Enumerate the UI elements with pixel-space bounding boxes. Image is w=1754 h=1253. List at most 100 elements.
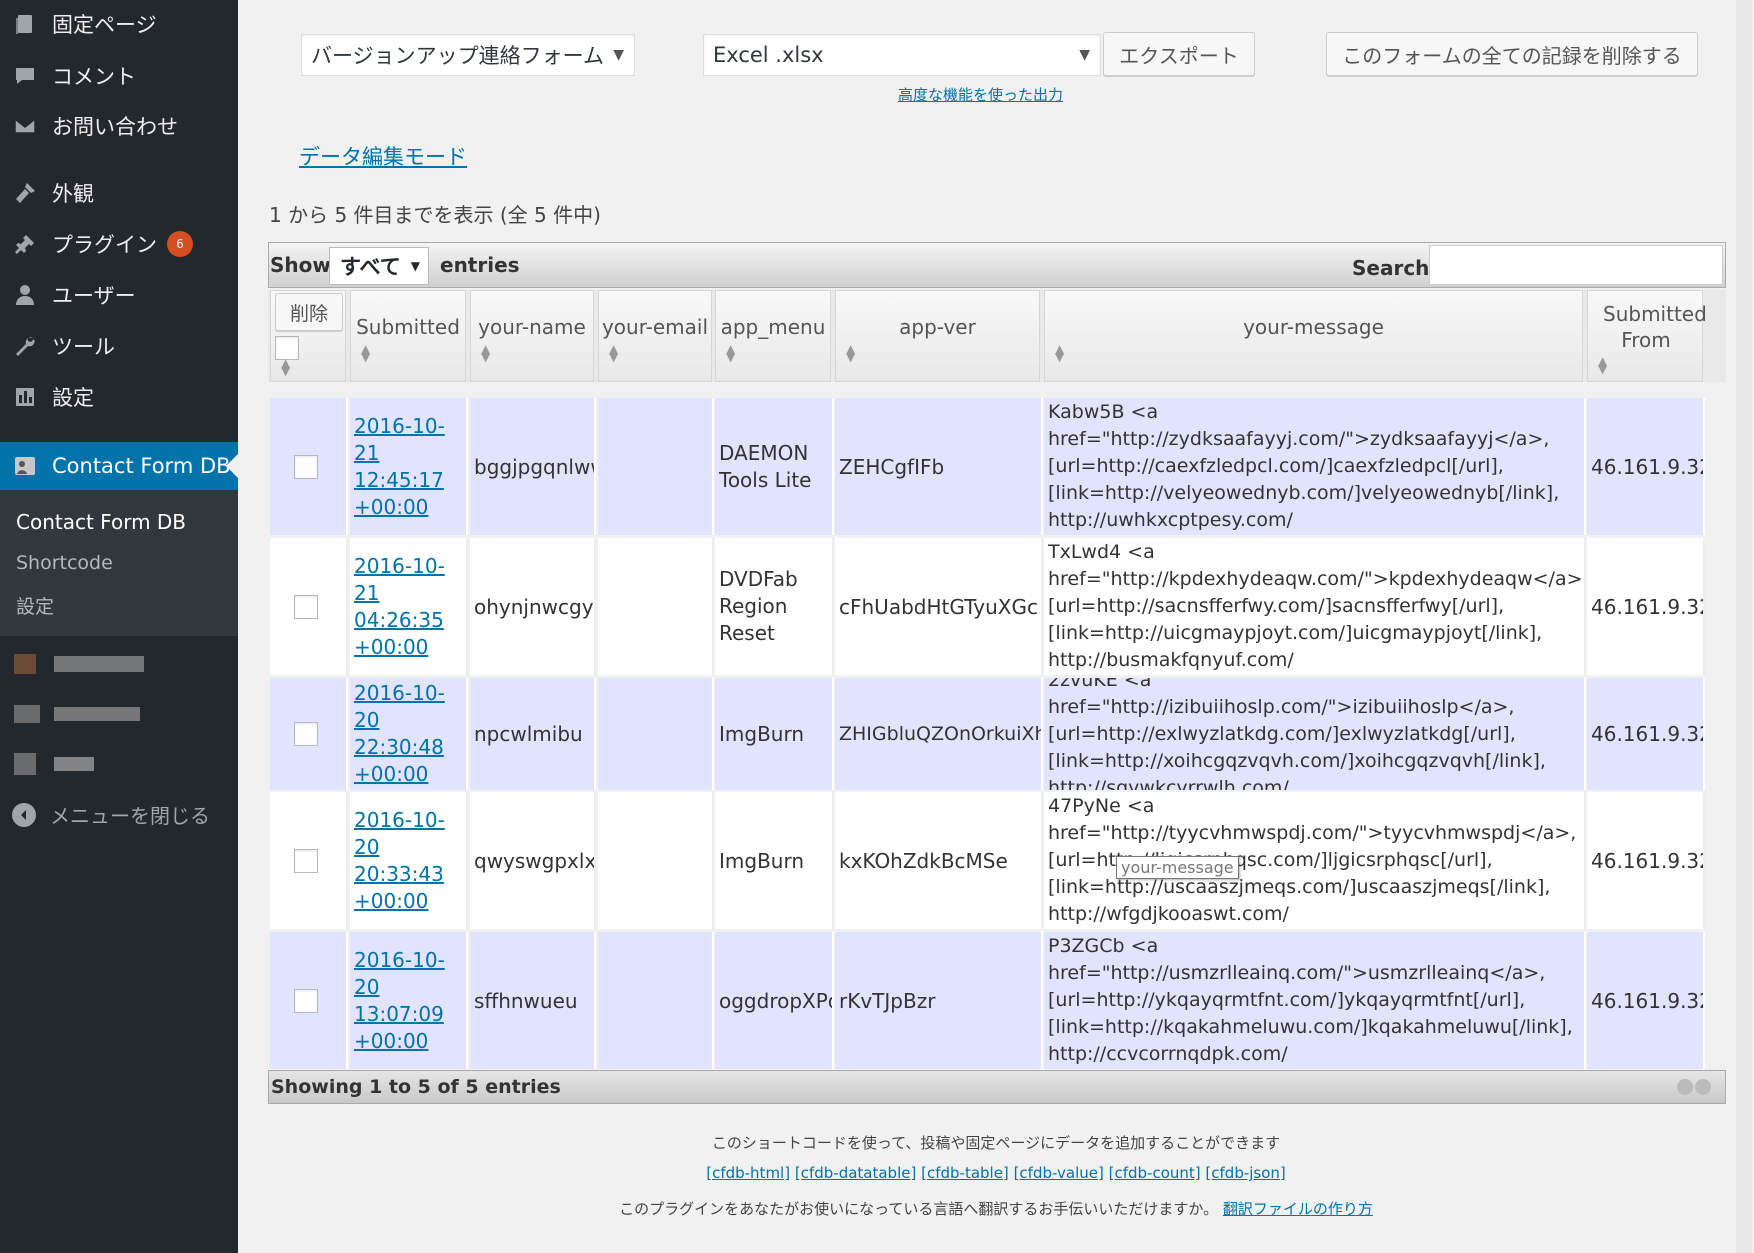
cell-app-menu: ImgBurn (719, 722, 805, 746)
sidebar-item-label: 固定ページ (52, 13, 157, 37)
sidebar-item-comments[interactable]: コメント (0, 52, 238, 100)
shortcode-link[interactable]: [cfdb-table] (921, 1164, 1009, 1182)
submenu-item-shortcode[interactable]: Shortcode (16, 552, 113, 574)
cell-submitted-from: 46.161.9.32 (1591, 988, 1705, 1013)
sidebar-item-users[interactable]: ユーザー (0, 271, 238, 319)
header-app-ver[interactable]: app-ver ▲ ▼ (835, 290, 1040, 382)
tools-icon (12, 333, 38, 359)
cell-name: npcwlmibu (474, 722, 583, 746)
shortcode-link[interactable]: [cfdb-json] (1205, 1164, 1285, 1182)
header-your-message[interactable]: your-message ▲ ▼ (1044, 290, 1583, 382)
header-app-menu[interactable]: app_menu ▲ ▼ (715, 290, 831, 382)
sort-icon: ▲ ▼ (609, 342, 619, 364)
admin-sidebar: 固定ページ コメント お問い合わせ 外観 プラグイン 6 ユーザー ツール 設定… (0, 0, 238, 1253)
sidebar-item-pages[interactable]: 固定ページ (0, 0, 238, 48)
cell-app-ver: ZHIGbluQZOnOrkuiXhJ (839, 723, 1043, 745)
results-summary: 1 から 5 件目までを表示 (全 5 件中) (269, 203, 601, 227)
delete-selected-button[interactable]: 削除 (275, 293, 343, 331)
header-your-name[interactable]: your-name ▲ ▼ (470, 290, 594, 382)
submitted-link[interactable]: 2016-10-21 12:45:17 +00:00 (354, 413, 466, 521)
users-icon (12, 282, 38, 308)
sidebar-item-contact[interactable]: お問い合わせ (0, 102, 238, 150)
contact-form-db-icon (12, 453, 38, 479)
collapse-arrow-icon (12, 802, 36, 827)
previous-page-icon[interactable] (1677, 1079, 1693, 1095)
sort-icon: ▲ ▼ (361, 342, 371, 364)
row-checkbox[interactable] (294, 988, 318, 1013)
sidebar-item-plugins[interactable]: プラグイン 6 (0, 220, 238, 268)
translate-hint: このプラグインをあなたがお使いになっている言語へ翻訳するお手伝いいただけますか。… (238, 1198, 1754, 1219)
row-checkbox[interactable] (294, 454, 318, 479)
row-checkbox[interactable] (294, 848, 318, 873)
edit-mode-link[interactable]: データ編集モード (299, 141, 467, 171)
sidebar-item-tools[interactable]: ツール (0, 322, 238, 370)
entries-label: entries (440, 253, 520, 277)
cell-app-menu: ImgBurn (719, 848, 805, 873)
translate-link[interactable]: 翻訳ファイルの作り方 (1223, 1200, 1373, 1218)
search-input[interactable] (1429, 245, 1723, 285)
header-submitted-from[interactable]: Submitted From ▲ ▼ (1587, 290, 1707, 382)
cell-app-ver: ZEHCgfIFb (839, 454, 945, 479)
shortcode-link[interactable]: [cfdb-count] (1109, 1164, 1201, 1182)
submenu: Contact Form DB Shortcode 設定 (0, 490, 238, 636)
sidebar-item-settings[interactable]: 設定 (0, 373, 238, 421)
submitted-link[interactable]: 2016-10-20 22:30:48 +00:00 (354, 680, 466, 788)
table-row: 2016-10-20 22:30:48 +00:00 npcwlmibu Img… (268, 678, 1726, 790)
column-tooltip: your-message (1116, 856, 1239, 879)
header-submitted[interactable]: Submitted ▲ ▼ (350, 290, 466, 382)
sidebar-item-appearance[interactable]: 外観 (0, 169, 238, 217)
row-checkbox[interactable] (294, 722, 318, 746)
submitted-link[interactable]: 2016-10-21 04:26:35 +00:00 (354, 553, 466, 661)
entries-select[interactable]: すべて ▼ (329, 247, 429, 285)
collapse-menu-label: メニューを閉じる (50, 804, 210, 828)
shortcode-hint: このショートコードを使って、投稿や固定ページにデータを追加することができます (711, 1134, 1281, 1152)
delete-all-button[interactable]: このフォームの全ての記録を削除する (1326, 32, 1698, 76)
cell-name: sffhnwueu (474, 988, 578, 1013)
header-your-email[interactable]: your-email ▲ ▼ (598, 290, 712, 382)
row-checkbox[interactable] (294, 594, 318, 619)
submenu-item-contact-form-db[interactable]: Contact Form DB (16, 510, 186, 534)
shortcode-links: [cfdb-html] [cfdb-datatable] [cfdb-table… (238, 1164, 1754, 1182)
sidebar-item-label: 設定 (52, 386, 94, 410)
table-info-bar: Showing 1 to 5 of 5 entries (268, 1070, 1726, 1104)
submitted-link[interactable]: 2016-10-20 13:07:09 +00:00 (354, 947, 466, 1055)
sidebar-item-contact-form-db[interactable]: Contact Form DB (0, 442, 238, 490)
mail-icon (12, 113, 38, 139)
sidebar-item-label: コメント (52, 65, 136, 89)
collapse-menu-button[interactable]: メニューを閉じる (12, 800, 210, 829)
comments-icon (12, 63, 38, 89)
next-page-icon[interactable] (1695, 1079, 1711, 1095)
shortcode-link[interactable]: [cfdb-html] (706, 1164, 790, 1182)
cell-message: Kabw5B <a href="http://zydksaafayyj.com/… (1048, 401, 1560, 531)
cell-name: bggjpgqnlww (474, 454, 596, 479)
submitted-link[interactable]: 2016-10-20 20:33:43 +00:00 (354, 807, 466, 915)
sort-icon[interactable]: ▲ ▼ (281, 357, 290, 377)
shortcode-link[interactable]: [cfdb-value] (1014, 1164, 1104, 1182)
cell-app-ver: rKvTJpBzr (839, 988, 936, 1013)
show-label: Show (270, 253, 331, 277)
page-scrollbar[interactable] (1734, 0, 1754, 1253)
pages-icon (12, 11, 38, 37)
submenu-item-settings[interactable]: 設定 (16, 592, 54, 619)
export-format-select[interactable]: Excel .xlsx ▼ (703, 34, 1101, 76)
sidebar-item-blurred-1[interactable] (14, 650, 144, 678)
sidebar-item-label: ツール (52, 335, 115, 359)
table-row: 2016-10-21 12:45:17 +00:00 bggjpgqnlww D… (268, 398, 1726, 535)
sidebar-item-label: プラグイン (52, 233, 157, 257)
shortcode-link[interactable]: [cfdb-datatable] (795, 1164, 916, 1182)
plugins-icon (12, 231, 38, 257)
sidebar-item-label: お問い合わせ (52, 115, 178, 139)
form-select-value: バージョンアップ連絡フォーム (311, 44, 604, 68)
cell-submitted-from: 46.161.9.32 (1591, 848, 1705, 873)
sidebar-item-blurred-3[interactable] (14, 750, 94, 778)
form-select[interactable]: バージョンアップ連絡フォーム ▼ (301, 34, 635, 76)
sort-icon: ▲ ▼ (846, 342, 856, 364)
pagination (1677, 1079, 1711, 1095)
export-button[interactable]: エクスポート (1103, 32, 1255, 76)
sidebar-item-blurred-2[interactable] (14, 700, 140, 728)
cell-app-menu: DAEMON Tools Lite (719, 440, 812, 492)
cell-app-ver: kxKOhZdkBcMSe (839, 848, 1008, 873)
advanced-export-link[interactable]: 高度な機能を使った出力 (898, 84, 1063, 105)
data-table: Show すべて ▼ entries Search: 削除 ▲ ▼ Submitt… (268, 242, 1726, 1104)
cell-submitted-from: 46.161.9.32 (1591, 454, 1705, 479)
